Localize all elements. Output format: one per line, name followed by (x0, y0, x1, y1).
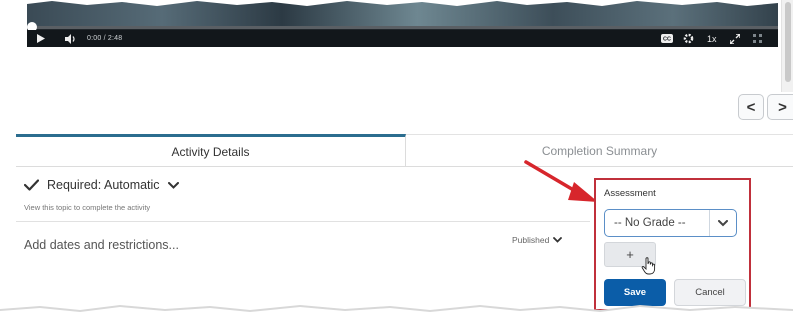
time-display: 0:00 / 2:48 (87, 35, 123, 42)
chevron-right-icon: > (778, 98, 787, 116)
add-dates-link[interactable]: Add dates and restrictions... (24, 238, 179, 252)
gear-icon[interactable] (683, 30, 694, 47)
chevron-down-icon[interactable] (709, 210, 735, 236)
chevron-down-icon (553, 237, 563, 243)
tab-activity-details[interactable]: Activity Details (16, 134, 406, 167)
playback-speed[interactable]: 1x (707, 30, 717, 47)
scrollbar-thumb[interactable] (785, 2, 791, 82)
assessment-label: Assessment (604, 188, 656, 199)
chevron-down-icon[interactable] (167, 181, 179, 189)
required-label: Required: Automatic (47, 178, 160, 192)
assessment-panel: Assessment -- No Grade -- + Save Cancel (594, 178, 751, 311)
checkmark-icon (24, 179, 39, 191)
torn-edge-top (27, 0, 778, 6)
fullscreen-icon[interactable] (730, 30, 740, 47)
grade-select[interactable]: -- No Grade -- (604, 209, 737, 237)
completion-requirement[interactable]: Required: Automatic (24, 178, 179, 192)
play-icon[interactable] (37, 30, 47, 47)
divider (16, 221, 590, 222)
next-button[interactable]: > (767, 94, 793, 120)
previous-button[interactable]: < (738, 94, 764, 120)
chevron-left-icon: < (746, 98, 756, 116)
captions-icon[interactable]: CC (661, 30, 673, 47)
annotation-arrow (524, 160, 598, 202)
progress-bar[interactable] (27, 26, 778, 29)
player-controls: 0:00 / 2:48 CC 1x (27, 30, 778, 47)
hand-cursor-icon (641, 257, 656, 275)
grid-icon[interactable] (753, 30, 763, 47)
grade-select-value: -- No Grade -- (614, 217, 686, 229)
tab-bar: Activity Details Completion Summary (16, 134, 793, 167)
video-player[interactable]: 0:00 / 2:48 CC 1x (27, 0, 778, 47)
scrollbar[interactable] (781, 0, 793, 92)
volume-icon[interactable] (65, 30, 79, 47)
requirement-help-text: View this topic to complete the activity (24, 203, 151, 212)
torn-edge-bottom (0, 305, 793, 318)
plus-icon: + (626, 247, 634, 262)
published-label: Published (512, 235, 550, 245)
published-status[interactable]: Published (512, 235, 563, 245)
svg-text:CC: CC (663, 37, 671, 43)
